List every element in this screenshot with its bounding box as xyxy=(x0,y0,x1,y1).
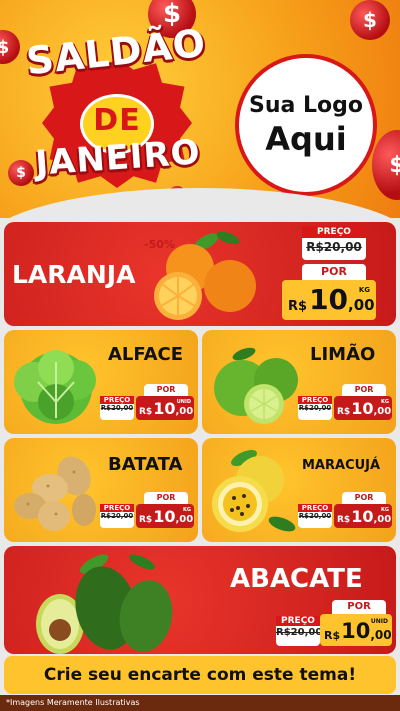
new-price-label: POR xyxy=(302,264,366,280)
price-integer: 10 xyxy=(351,399,374,418)
discount-badge: -50% xyxy=(144,238,175,251)
product-name: ALFACE xyxy=(108,344,184,365)
new-price-label: POR xyxy=(342,384,386,396)
new-price: R$ 10 ,00 KG xyxy=(334,396,392,420)
price-decimal: ,00 xyxy=(373,514,392,525)
old-price-value: R$20,00 xyxy=(276,627,323,638)
price-decimal: ,00 xyxy=(373,406,392,417)
old-price-label: PREÇO xyxy=(100,396,134,404)
price-unit: UNID xyxy=(370,618,388,625)
logo-placeholder: Sua Logo Aqui xyxy=(235,54,377,196)
old-price-label: PREÇO xyxy=(302,226,366,238)
currency: R$ xyxy=(139,515,153,525)
new-price-label: POR xyxy=(332,600,386,614)
price-unit: KG xyxy=(381,507,389,513)
new-price-label: POR xyxy=(342,492,386,504)
new-price-label: POR xyxy=(144,492,188,504)
passion-fruit-image xyxy=(212,449,296,532)
old-price-label: PREÇO xyxy=(298,396,332,404)
old-price-value: R$20,00 xyxy=(298,404,332,412)
price-unit: KG xyxy=(381,399,389,405)
currency: R$ xyxy=(324,629,341,642)
new-price: R$ 10 ,00 KG xyxy=(136,504,194,528)
price-decimal: ,00 xyxy=(175,406,194,417)
price-unit: KG xyxy=(183,507,191,513)
currency: R$ xyxy=(139,407,153,417)
product-card-batata: BATATA PREÇO R$20,00 POR R$ 10 ,00 KG xyxy=(4,438,198,542)
new-price: R$ 10 ,00 UNID xyxy=(136,396,194,420)
sale-seal: SALDÃO DE JANEIRO xyxy=(22,21,212,196)
price-decimal: ,00 xyxy=(370,628,392,642)
product-name: MARACUJÁ xyxy=(302,458,381,473)
coin-icon: $ xyxy=(350,0,390,40)
old-price-value: R$20,00 xyxy=(100,404,134,412)
logo-line2: Aqui xyxy=(265,119,347,158)
old-price-label: PREÇO xyxy=(276,616,320,626)
product-card-limao: LIMÃO PREÇO R$20,00 POR R$ 10 ,00 KG xyxy=(202,330,396,434)
price-unit: KG xyxy=(358,286,370,294)
old-price-value: R$20,00 xyxy=(298,512,332,520)
product-name: LIMÃO xyxy=(310,344,376,365)
price-integer: 10 xyxy=(341,619,371,643)
currency: R$ xyxy=(337,407,351,417)
new-price: R$ 10 ,00 KG xyxy=(334,504,392,528)
seal-title-line1: SALDÃO xyxy=(24,20,209,84)
price-unit: UNID xyxy=(176,399,191,405)
price-integer: 10 xyxy=(153,399,176,418)
old-price-value: R$20,00 xyxy=(100,512,134,520)
coin-icon: $ xyxy=(0,30,20,64)
product-name: LARANJA xyxy=(12,260,136,289)
old-price: PREÇO R$20,00 xyxy=(302,226,366,260)
price-decimal: ,00 xyxy=(175,514,194,525)
price-integer: 10 xyxy=(153,507,176,526)
coin-icon: $ xyxy=(372,130,400,200)
logo-line1: Sua Logo xyxy=(248,92,363,118)
price-integer: 10 xyxy=(351,507,374,526)
product-name: ABACATE xyxy=(230,564,363,594)
product-card-maracuja: MARACUJÁ PREÇO R$20,00 POR R$ 10 ,00 KG xyxy=(202,438,396,542)
old-price: PREÇO R$20,00 xyxy=(298,396,332,420)
lime-image xyxy=(214,347,298,424)
old-price: PREÇO R$20,00 xyxy=(276,616,323,646)
product-card-alface: ALFACE PREÇO R$20,00 POR R$ 10 ,00 UNID xyxy=(4,330,198,434)
potato-image xyxy=(14,456,96,531)
new-price: R$ 10 ,00 KG xyxy=(282,280,376,320)
price-decimal: ,00 xyxy=(348,296,375,314)
disclaimer: *Imagens Meramente Ilustrativas xyxy=(0,695,400,711)
old-price: PREÇO R$20,00 xyxy=(100,396,134,420)
header-banner: $ $ $ $ $ $ SALDÃO DE JANEIRO Sua Logo A… xyxy=(0,0,400,218)
new-price-label: POR xyxy=(144,384,188,396)
new-price: R$ 10 ,00 UNID xyxy=(320,614,392,646)
old-price-label: PREÇO xyxy=(298,504,332,512)
old-price: PREÇO R$20,00 xyxy=(100,504,134,528)
product-name: BATATA xyxy=(108,454,183,475)
old-price-value: R$20,00 xyxy=(306,240,362,254)
product-card-abacate: ABACATE PREÇO R$20,00 POR R$ 10 ,00 UNID xyxy=(4,546,396,654)
avocado-image xyxy=(36,554,173,654)
product-card-laranja: LARANJA -50% PREÇO R$20,00 POR R$ 10 ,00… xyxy=(4,222,396,326)
currency: R$ xyxy=(337,515,351,525)
old-price: PREÇO R$20,00 xyxy=(298,504,332,528)
old-price-label: PREÇO xyxy=(100,504,134,512)
cta-banner: Crie seu encarte com este tema! xyxy=(4,656,396,694)
lettuce-image xyxy=(14,350,96,424)
currency: R$ xyxy=(288,299,308,314)
price-integer: 10 xyxy=(309,283,349,316)
